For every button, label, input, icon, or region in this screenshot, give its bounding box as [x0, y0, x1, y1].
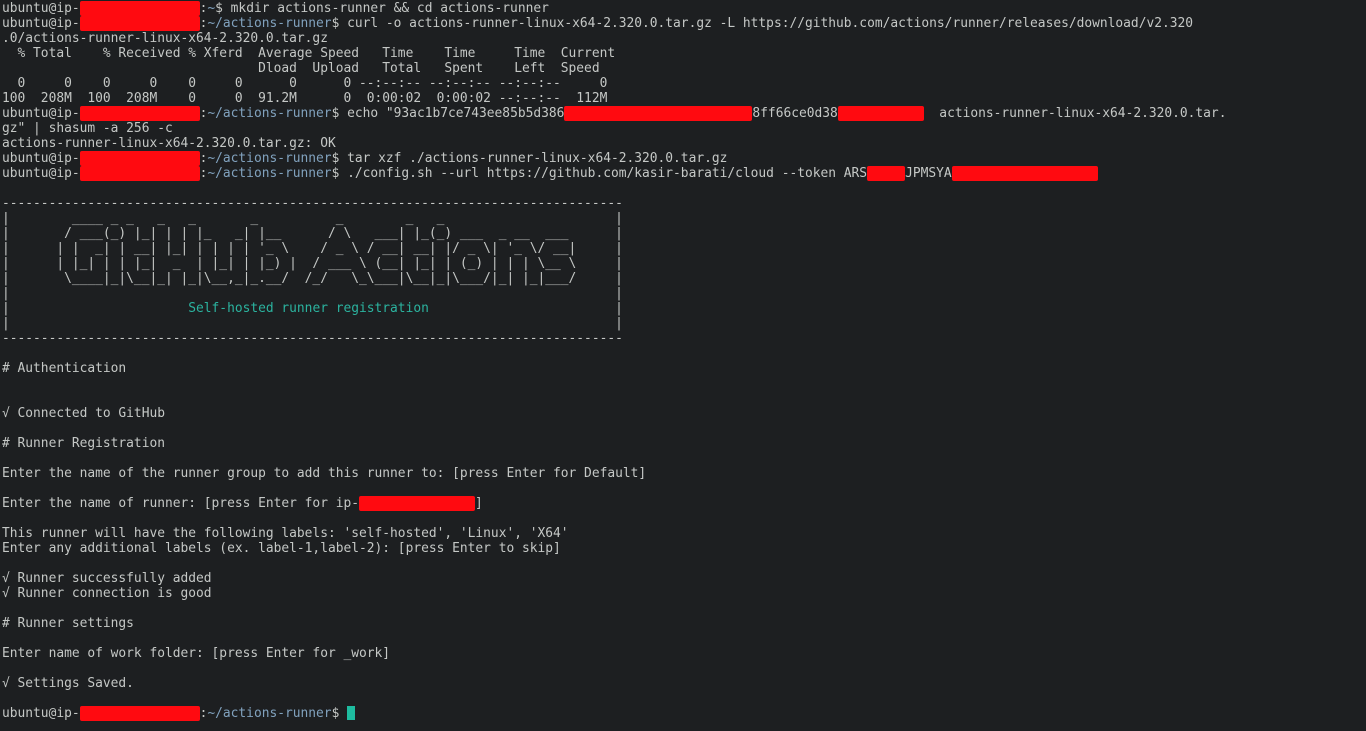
section-header: # Authentication — [2, 361, 127, 376]
terminal-window[interactable]: ubuntu@ip-:~$ mkdir actions-runner && cd… — [0, 0, 1366, 731]
command-text: 8ff66ce0d38 — [752, 106, 838, 121]
prompt-text: Enter the name of the runner group to ad… — [2, 466, 647, 481]
redacted-token — [867, 166, 906, 181]
status-line: √ Runner connection is good — [2, 586, 212, 601]
runner-name-prompt: Enter the name of runner: [press Enter f… — [2, 496, 483, 511]
command-text: mkdir actions-runner && cd actions-runne… — [230, 1, 549, 16]
command-wrap: gz" | shasum -a 256 -c — [2, 121, 173, 136]
redacted-hostname — [79, 1, 200, 16]
curl-row: 100 208M 100 208M 0 0 91.2M 0 0:00:02 0:… — [2, 91, 608, 106]
prompt-path: ~ — [207, 1, 216, 16]
banner-art-line: | ____ _ _ _ _ _ _ _ _ | — [2, 211, 623, 226]
active-prompt-line[interactable]: ubuntu@ip-:~/actions-runner$ — [2, 706, 1366, 721]
redacted-token — [951, 166, 1098, 181]
redacted-hostname — [79, 166, 200, 181]
prompt-line: ubuntu@ip-:~/actions-runner$ tar xzf ./a… — [2, 151, 728, 166]
info-line: This runner will have the following labe… — [2, 526, 569, 541]
prompt-user: ubuntu@ip- — [2, 151, 80, 166]
command-text: tar xzf ./actions-runner-linux-x64-2.320… — [347, 151, 728, 166]
prompt-text: Enter name of work folder: [press Enter … — [2, 646, 391, 661]
curl-header: Dload Upload Total Spent Left Speed — [2, 61, 600, 76]
prompt-line: ubuntu@ip-:~/actions-runner$ echo "93ac1… — [2, 106, 1227, 121]
shasum-result: actions-runner-linux-x64-2.320.0.tar.gz:… — [2, 136, 336, 151]
banner-art-line: | | |_| | | |_| _ | |_| | |_) | / ___ \ … — [2, 256, 623, 271]
status-line: √ Settings Saved. — [2, 676, 134, 691]
banner-art-line: | \____|_|\__|_| |_|\__,_|_.__/ /_/ \_\_… — [2, 271, 623, 286]
prompt-path: ~/actions-runner — [207, 16, 332, 31]
prompt-line: ubuntu@ip-:~/actions-runner$ ./config.sh… — [2, 166, 1366, 181]
command-text: JPMSYA — [905, 166, 952, 181]
banner-rule: ----------------------------------------… — [2, 331, 623, 346]
redacted-hostname — [79, 106, 200, 121]
banner-art-line: | | | _| | __| |_| | | | | '_ \ / _ \ / … — [2, 241, 623, 256]
command-text: curl -o actions-runner-linux-x64-2.320.0… — [347, 16, 1194, 31]
prompt-line: ubuntu@ip-:~$ mkdir actions-runner && cd… — [2, 1, 549, 16]
prompt-user: ubuntu@ip- — [2, 16, 80, 31]
redacted-hash — [564, 106, 753, 121]
prompt-line: ubuntu@ip-:~/actions-runner$ curl -o act… — [2, 16, 1194, 31]
terminal-cursor[interactable] — [347, 706, 356, 720]
curl-row: 0 0 0 0 0 0 0 0 --:--:-- --:--:-- --:--:… — [2, 76, 608, 91]
prompt-path: ~/actions-runner — [207, 706, 332, 721]
banner-subtitle: Self-hosted runner registration — [188, 301, 429, 316]
prompt-path: ~/actions-runner — [207, 106, 332, 121]
command-text: ./config.sh --url https://github.com/kas… — [347, 166, 868, 181]
banner-art-line: | / ___(_) |_| | | |_ _| |__ / \ ___| |_… — [2, 226, 623, 241]
banner-subtitle-line: | Self-hosted runner registration | — [2, 301, 623, 316]
section-header: # Runner Registration — [2, 436, 165, 451]
prompt-user: ubuntu@ip- — [2, 166, 80, 181]
prompt-text: Enter any additional labels (ex. label-1… — [2, 541, 561, 556]
prompt-user: ubuntu@ip- — [2, 706, 80, 721]
curl-header: % Total % Received % Xferd Average Speed… — [2, 46, 616, 61]
prompt-user: ubuntu@ip- — [2, 106, 80, 121]
section-header: # Runner settings — [2, 616, 134, 631]
redacted-hostname — [79, 16, 200, 31]
prompt-user: ubuntu@ip- — [2, 1, 80, 16]
github-actions-banner: ----------------------------------------… — [2, 196, 1366, 346]
command-wrap: .0/actions-runner-linux-x64-2.320.0.tar.… — [2, 31, 328, 46]
banner-art-line: | | — [2, 286, 623, 301]
banner-rule: ----------------------------------------… — [2, 196, 623, 211]
redacted-hash — [837, 106, 924, 121]
prompt-path: ~/actions-runner — [207, 166, 332, 181]
banner-blank: | | — [2, 316, 623, 331]
redacted-hostname — [359, 496, 475, 511]
prompt-path: ~/actions-runner — [207, 151, 332, 166]
command-text: echo "93ac1b7ce743ee85b5d386 — [347, 106, 565, 121]
redacted-hostname — [79, 151, 200, 166]
status-line: √ Connected to GitHub — [2, 406, 165, 421]
status-line: √ Runner successfully added — [2, 571, 212, 586]
redacted-hostname — [79, 706, 200, 721]
command-text: actions-runner-linux-x64-2.320.0.tar. — [923, 106, 1227, 121]
